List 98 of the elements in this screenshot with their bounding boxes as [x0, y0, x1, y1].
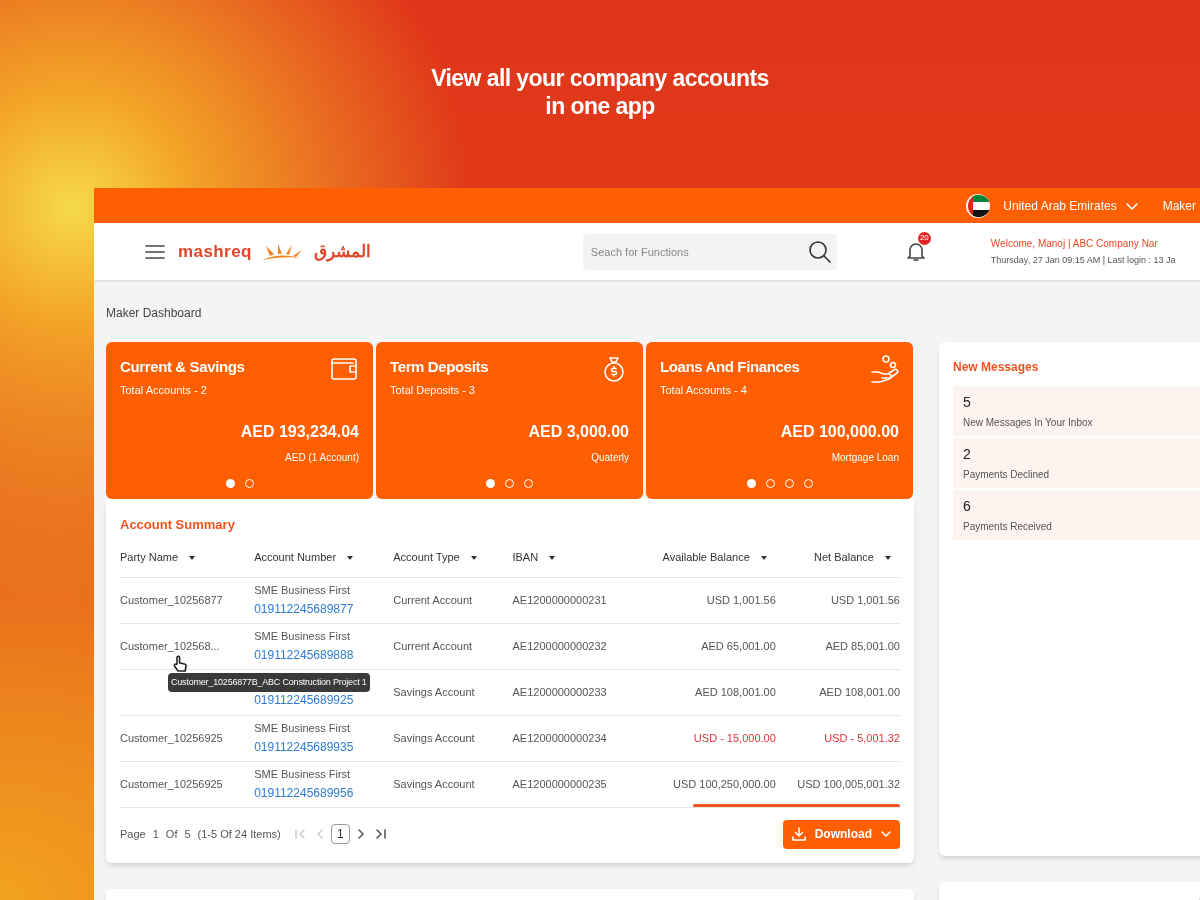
- table-cell-text: Customer_10256925: [120, 776, 223, 792]
- card-amount: AED 3,000.00: [528, 422, 629, 442]
- section-title: Account Summary: [120, 516, 236, 534]
- search-icon[interactable]: [806, 238, 833, 265]
- logo-text: mashreq: [178, 240, 252, 263]
- column-header[interactable]: Available Balance: [636, 549, 776, 566]
- table-cell-text: SME Business First: [254, 582, 352, 598]
- flag-icon: [965, 192, 992, 219]
- summary-card[interactable]: Current & Savings Total Accounts - 2 AED 193,234.04 AED (1 Account): [106, 342, 373, 499]
- hand-cursor-icon: [172, 654, 188, 673]
- sort-caret-icon: [759, 554, 768, 561]
- hand-coins-icon: [869, 354, 899, 384]
- table-cell: Savings Account: [393, 731, 475, 744]
- column-header[interactable]: IBAN: [512, 549, 637, 566]
- table-cell: AE1200000000235: [512, 777, 607, 790]
- message-item[interactable]: 6 Payments Received: [953, 490, 1200, 540]
- message-count: 5: [963, 393, 972, 412]
- table-cell-text: USD 1,001.56: [830, 592, 900, 608]
- account-number-link[interactable]: 019112245689935: [254, 738, 354, 757]
- pagination-text: Page: [120, 826, 146, 842]
- sort-caret-icon: [346, 554, 355, 561]
- message-count: 6: [963, 497, 972, 516]
- search-field[interactable]: Seach for Functions: [582, 233, 837, 270]
- card-title: Current & Savings: [120, 357, 245, 377]
- table-cell: AE1200000000232: [512, 639, 607, 652]
- last-login-text: Thursday, 27 Jan 09:15 AM | Last login : 13 Ja: [990, 253, 1176, 267]
- table-cell-text: AED 108,001.00: [819, 684, 900, 700]
- column-header[interactable]: Net Balance: [775, 549, 900, 566]
- download-icon: [790, 826, 807, 842]
- table-cell-text: SME Business First: [254, 720, 352, 736]
- card-subtitle: Total Accounts - 2: [120, 382, 208, 398]
- table-cell: Current Account: [393, 593, 473, 606]
- card-title: Loans And Finances: [660, 357, 800, 377]
- message-item[interactable]: 2 Payments Declined: [953, 438, 1200, 488]
- table-cell-text: SME Business First: [254, 628, 352, 644]
- pagination-text: 5: [184, 826, 191, 842]
- message-item[interactable]: 5 New Messages In Your Inbox: [953, 386, 1200, 436]
- card-title: Term Deposits: [390, 357, 489, 377]
- account-number-link[interactable]: 019112245689888: [254, 646, 354, 665]
- pagination-text: (1-5 Of 24 Items): [197, 826, 281, 842]
- card-note: Mortgage Loan: [831, 451, 899, 465]
- table-cell-text: USD 100,005,001.32: [797, 776, 900, 792]
- table-cell-text: USD 100,250,000.00: [673, 776, 776, 792]
- table-cell-text: AED 85,001.00: [825, 638, 900, 654]
- table-cell-text: AED 108,001.00: [695, 684, 776, 700]
- pagination-text: Of: [165, 826, 178, 842]
- table-cell-text: Customer_102568...: [120, 638, 220, 654]
- table-cell: AE1200000000233: [512, 685, 607, 698]
- scrollbar-thumb[interactable]: [693, 803, 900, 808]
- table-cell-text: USD - 5,001.32: [824, 730, 900, 746]
- account-number-link[interactable]: 019112245689925: [254, 691, 354, 709]
- table-cell: Savings Account: [393, 685, 475, 698]
- column-header[interactable]: Account Number: [254, 549, 394, 566]
- last-page-icon[interactable]: [373, 827, 388, 841]
- tooltip: Customer_10256877B_ABC Construction Project 1: [168, 672, 370, 692]
- card-amount: AED 193,234.04: [240, 422, 359, 442]
- chevron-down-icon: [880, 828, 892, 840]
- message-label: Payments Declined: [963, 468, 1051, 482]
- welcome-text: Welcome, Manoj | ABC Company Nar: [990, 236, 1159, 251]
- message-label: New Messages In Your Inbox: [963, 416, 1094, 430]
- account-number-link[interactable]: 019112245689877: [254, 600, 354, 619]
- sort-caret-icon: [469, 554, 478, 561]
- summary-card[interactable]: Term Deposits Total Deposits - 3 AED 3,000.00 Quaterly: [376, 342, 643, 499]
- table-cell-text: SME Business First: [254, 766, 352, 782]
- card-note: Quaterly: [591, 451, 629, 465]
- column-header[interactable]: Party Name: [120, 549, 255, 566]
- notification-badge: 20: [917, 231, 931, 245]
- message-count: 2: [963, 445, 972, 464]
- country-dropdown[interactable]: United Arab Emirates: [1003, 196, 1139, 215]
- card-subtitle: Total Accounts - 4: [660, 382, 748, 398]
- table-cell-text: Customer_10256925: [120, 730, 223, 746]
- card-note: AED (1 Account): [285, 451, 359, 465]
- table-cell-text: USD 1,001.56: [706, 592, 776, 608]
- message-label: Payments Received: [963, 520, 1053, 534]
- page-title: Maker Dashboard: [106, 305, 202, 322]
- role-dropdown[interactable]: Maker: [1162, 196, 1196, 215]
- download-button[interactable]: Download: [782, 819, 900, 849]
- headline: View all your company accounts in one app: [431, 64, 769, 120]
- account-number-link[interactable]: 019112245689956: [254, 784, 354, 803]
- sort-caret-icon: [188, 554, 197, 561]
- table-cell-text: AED 65,001.00: [701, 638, 776, 654]
- pagination-text: 1: [152, 826, 159, 842]
- sort-caret-icon: [884, 554, 892, 561]
- logo-arabic-text: المشرق: [313, 240, 371, 264]
- column-header[interactable]: Account Type: [393, 549, 513, 566]
- first-page-icon[interactable]: [292, 827, 307, 841]
- page-number-button[interactable]: 1: [330, 824, 350, 844]
- card-subtitle: Total Deposits - 3: [390, 382, 476, 398]
- table-cell-text: Customer_10256877: [120, 592, 223, 608]
- table-cell: Savings Account: [393, 777, 475, 790]
- summary-card[interactable]: Loans And Finances Total Accounts - 4 AED 100,000.00 Mortgage Loan: [646, 342, 913, 499]
- sort-caret-icon: [548, 554, 557, 561]
- table-cell: Current Account: [393, 639, 473, 652]
- card-amount: AED 100,000.00: [780, 422, 899, 442]
- table-cell-text: USD - 15,000.00: [693, 730, 776, 746]
- table-cell: AE1200000000234: [512, 731, 607, 744]
- table-cell: AE1200000000231: [512, 593, 607, 606]
- section-title: New Messages: [953, 359, 1040, 376]
